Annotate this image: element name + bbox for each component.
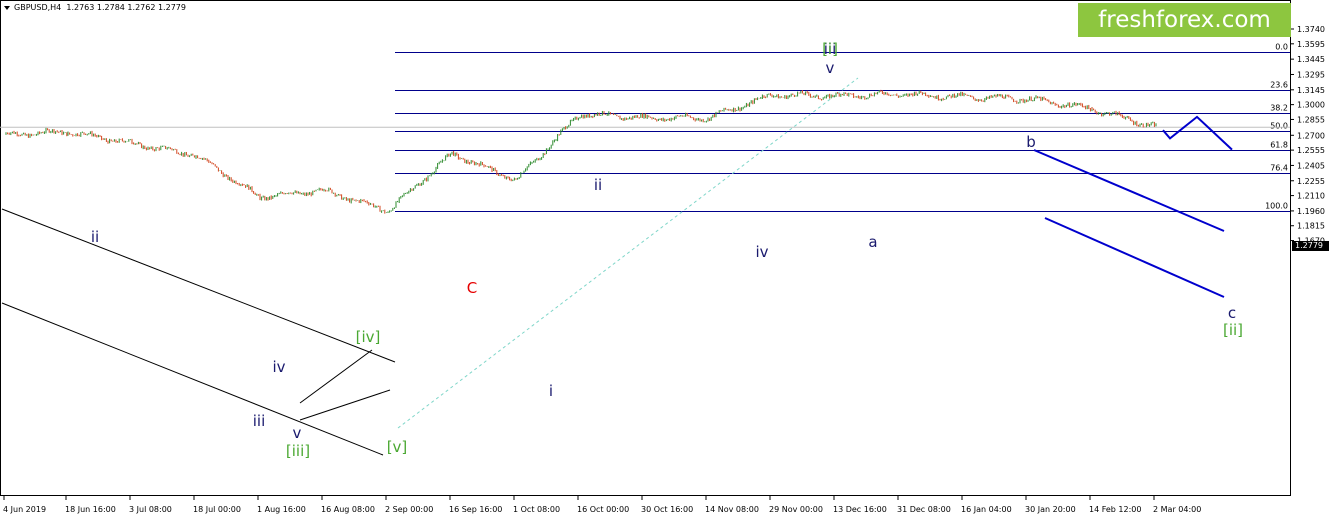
forecast-label: c xyxy=(1228,304,1236,322)
y-tick-label: 1.3145 xyxy=(1297,86,1325,95)
chart-header: GBPUSD,H4 1.2763 1.2784 1.2762 1.2779 xyxy=(4,3,186,12)
y-tick-label: 1.3595 xyxy=(1297,40,1325,49)
wave-label: ii xyxy=(91,228,99,246)
y-tick-label: 1.2700 xyxy=(1297,131,1325,140)
dropdown-triangle-icon[interactable] xyxy=(4,5,10,10)
x-tick-label: 14 Nov 08:00 xyxy=(705,505,759,514)
x-tick-label: 16 Jan 04:00 xyxy=(961,505,1012,514)
wave-label: b xyxy=(1026,133,1036,151)
x-tick-label: 16 Sep 16:00 xyxy=(449,505,502,514)
y-tick-label: 1.2555 xyxy=(1297,146,1325,155)
y-tick-label: 1.2855 xyxy=(1297,115,1325,124)
wave-label: [iii] xyxy=(286,442,310,460)
fib-level-label: 23.6 xyxy=(1270,81,1288,90)
wave-label: a xyxy=(868,233,877,251)
forecast-label: [ii] xyxy=(1223,321,1243,339)
brand-logo[interactable]: freshforex.com xyxy=(1078,3,1291,37)
wave-label: [v] xyxy=(387,438,408,456)
x-tick-label: 3 Jul 08:00 xyxy=(129,505,172,514)
ohlc-values: 1.2763 1.2784 1.2762 1.2779 xyxy=(66,3,186,12)
y-tick-label: 1.2405 xyxy=(1297,161,1325,170)
y-tick-label: 1.2110 xyxy=(1297,192,1325,201)
x-tick-label: 29 Nov 00:00 xyxy=(769,505,823,514)
wave-label: ii xyxy=(594,176,602,194)
y-tick-label: 1.3445 xyxy=(1297,55,1325,64)
fib-level-label: 100.0 xyxy=(1265,202,1288,211)
fib-level-label: 38.2 xyxy=(1270,104,1288,113)
wave-label: iii xyxy=(253,412,266,430)
fib-level-label: 76.4 xyxy=(1270,164,1288,173)
x-tick-label: 16 Oct 00:00 xyxy=(577,505,629,514)
x-tick-label: 2 Sep 00:00 xyxy=(385,505,433,514)
plot-frame xyxy=(0,0,1291,496)
price-axis: 1.3740 1.3595 1.3445 1.3295 1.3145 1.3000 1.28… xyxy=(1290,25,1325,246)
symbol-label: GBPUSD,H4 xyxy=(14,3,62,12)
wave-label: iv xyxy=(755,243,768,261)
x-tick-label: 1 Oct 08:00 xyxy=(513,505,560,514)
x-tick-label: 4 Jun 2019 xyxy=(3,505,46,514)
y-tick-label: 1.1960 xyxy=(1297,207,1325,216)
x-tick-label: 2 Mar 04:00 xyxy=(1153,505,1201,514)
y-tick-label: 1.3000 xyxy=(1297,101,1325,110)
fib-level-label: 50.0 xyxy=(1270,122,1288,131)
wave-label: i xyxy=(549,382,553,400)
wave-label: C xyxy=(467,279,477,297)
x-tick-label: 30 Jan 20:00 xyxy=(1025,505,1076,514)
fib-level-label: 61.8 xyxy=(1270,141,1288,150)
current-price-tag: 1.2779 xyxy=(1292,241,1329,251)
y-tick-label: 1.3295 xyxy=(1297,70,1325,79)
x-tick-label: 18 Jun 16:00 xyxy=(65,505,116,514)
wave-label: iv xyxy=(272,358,285,376)
price-chart[interactable]: 0.023.638.250.061.876.4100.0 iiiiiivv[ii… xyxy=(0,0,1333,522)
time-axis: 4 Jun 2019 18 Jun 16:00 3 Jul 08:00 18 Jul … xyxy=(3,496,1201,514)
x-tick-label: 30 Oct 16:00 xyxy=(641,505,693,514)
y-tick-label: 1.1815 xyxy=(1297,222,1325,231)
y-tick-label: 1.2255 xyxy=(1297,177,1325,186)
wave-label: v xyxy=(826,59,835,77)
x-tick-label: 18 Jul 00:00 xyxy=(193,505,241,514)
x-tick-label: 31 Dec 08:00 xyxy=(897,505,951,514)
wave-label: v xyxy=(293,424,302,442)
x-tick-label: 13 Dec 16:00 xyxy=(833,505,887,514)
wave-label: [i] xyxy=(822,40,838,58)
wave-label: [iv] xyxy=(356,328,381,346)
x-tick-label: 14 Feb 12:00 xyxy=(1089,505,1141,514)
y-tick-label: 1.3740 xyxy=(1297,25,1325,34)
x-tick-label: 16 Aug 08:00 xyxy=(321,505,375,514)
fib-level-label: 0.0 xyxy=(1275,43,1288,52)
x-tick-label: 1 Aug 16:00 xyxy=(257,505,306,514)
